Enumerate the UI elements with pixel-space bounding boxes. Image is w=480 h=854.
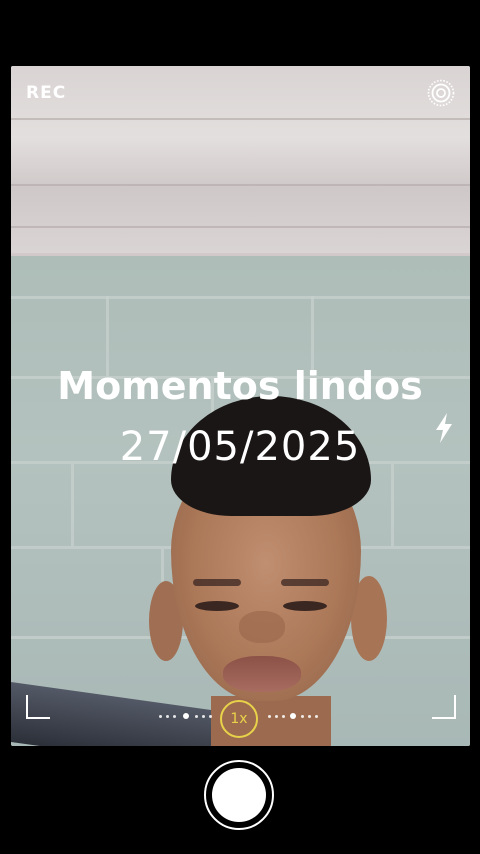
- shutter-button[interactable]: [204, 760, 274, 830]
- overlay-date: 27/05/2025: [119, 424, 361, 470]
- ceiling-scene: [11, 66, 470, 271]
- frame-corner-bottom-left: [26, 695, 50, 719]
- overlay-title: Momentos lindos: [57, 364, 423, 408]
- frame-corner-bottom-right: [432, 695, 456, 719]
- shutter-button-inner[interactable]: [212, 768, 266, 822]
- live-photo-icon[interactable]: [427, 79, 455, 107]
- rec-label[interactable]: REC: [26, 83, 66, 103]
- zoom-level-button[interactable]: 1x: [220, 700, 258, 738]
- zoom-selector[interactable]: 1x: [155, 700, 325, 738]
